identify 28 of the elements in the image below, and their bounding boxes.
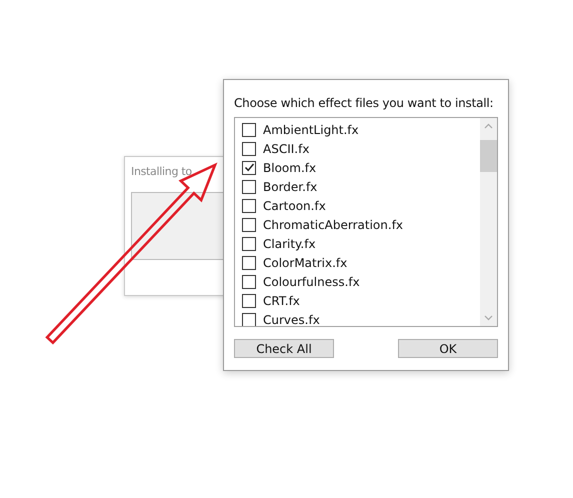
checkbox[interactable] bbox=[242, 294, 256, 308]
checkbox[interactable] bbox=[242, 256, 256, 270]
checkbox[interactable] bbox=[242, 218, 256, 232]
file-name[interactable]: ColorMatrix.fx bbox=[263, 256, 348, 270]
checkbox[interactable] bbox=[242, 312, 256, 326]
file-name[interactable]: Cartoon.fx bbox=[263, 198, 326, 212]
checkbox[interactable] bbox=[242, 160, 256, 174]
check-all-button[interactable]: Check All bbox=[234, 339, 334, 358]
file-name[interactable]: Border.fx bbox=[263, 180, 318, 194]
checkbox[interactable] bbox=[242, 274, 256, 288]
checkbox[interactable] bbox=[242, 142, 256, 156]
file-name[interactable]: Bloom.fx bbox=[263, 160, 316, 174]
scroll-thumb[interactable] bbox=[480, 140, 497, 172]
file-name[interactable]: ASCII.fx bbox=[263, 142, 310, 156]
file-name[interactable]: CRT.fx bbox=[263, 294, 300, 308]
checkbox[interactable] bbox=[242, 198, 256, 212]
file-name[interactable]: Curves.fx bbox=[263, 312, 320, 326]
prompt-text: Choose which effect files you want to install: bbox=[234, 96, 494, 110]
ok-button[interactable]: OK bbox=[398, 339, 498, 358]
file-name[interactable]: ChromaticAberration.fx bbox=[263, 218, 404, 232]
checkbox[interactable] bbox=[242, 180, 256, 194]
file-name[interactable]: Colourfulness.fx bbox=[263, 274, 360, 288]
file-name[interactable]: AmbientLight.fx bbox=[263, 122, 359, 136]
file-name[interactable]: Clarity.fx bbox=[263, 236, 316, 250]
scrollbar[interactable] bbox=[480, 118, 497, 326]
checkbox[interactable] bbox=[242, 122, 256, 136]
window-title: Installing to bbox=[131, 165, 192, 178]
checkbox[interactable] bbox=[242, 236, 256, 250]
